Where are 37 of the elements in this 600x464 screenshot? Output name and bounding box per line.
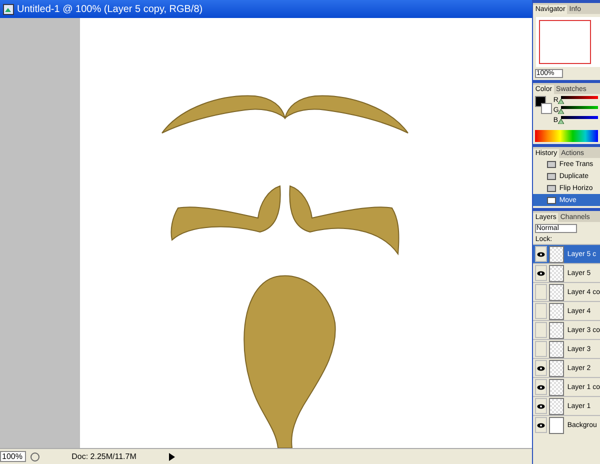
layer-thumbnail bbox=[549, 284, 564, 300]
eye-icon bbox=[537, 366, 546, 370]
color-spectrum[interactable] bbox=[535, 130, 598, 142]
document-size: Doc: 2.25M/11.7M bbox=[70, 452, 138, 461]
eye-icon bbox=[537, 252, 546, 256]
document-icon bbox=[3, 4, 14, 14]
visibility-toggle[interactable] bbox=[535, 322, 548, 338]
visibility-toggle[interactable] bbox=[535, 284, 548, 300]
eye-icon bbox=[537, 270, 546, 276]
layer-thumbnail bbox=[549, 302, 564, 320]
visibility-toggle[interactable] bbox=[535, 265, 548, 281]
visibility-toggle[interactable] bbox=[535, 246, 548, 262]
navigator-preview bbox=[536, 17, 600, 67]
visibility-toggle[interactable] bbox=[535, 379, 548, 395]
visibility-toggle[interactable] bbox=[535, 303, 548, 319]
visibility-toggle[interactable] bbox=[535, 417, 548, 433]
layer-thumbnail bbox=[549, 378, 564, 396]
color-swatches[interactable] bbox=[535, 96, 552, 116]
visibility-toggle[interactable] bbox=[535, 398, 548, 414]
play-icon[interactable] bbox=[168, 452, 176, 462]
layer-thumbnail bbox=[549, 264, 564, 282]
layer-thumbnail bbox=[549, 416, 564, 434]
layer-thumbnail bbox=[549, 398, 564, 414]
layer-thumbnail bbox=[549, 340, 564, 358]
layer-thumbnail bbox=[549, 322, 564, 338]
color-slider[interactable] bbox=[561, 106, 598, 114]
visibility-toggle[interactable] bbox=[535, 341, 548, 357]
color-slider[interactable] bbox=[561, 96, 598, 104]
zoom-field[interactable]: 100% bbox=[0, 451, 26, 462]
layer-thumbnail bbox=[549, 246, 564, 262]
visibility-toggle[interactable] bbox=[535, 360, 548, 376]
layer-thumbnail bbox=[549, 360, 564, 376]
status-icon[interactable] bbox=[30, 452, 40, 462]
eye-icon bbox=[537, 404, 546, 408]
window-title: Untitled-1 @ 100% (Layer 5 copy, RGB/8) bbox=[17, 4, 203, 14]
eye-icon bbox=[537, 422, 546, 428]
eye-icon bbox=[537, 384, 546, 390]
